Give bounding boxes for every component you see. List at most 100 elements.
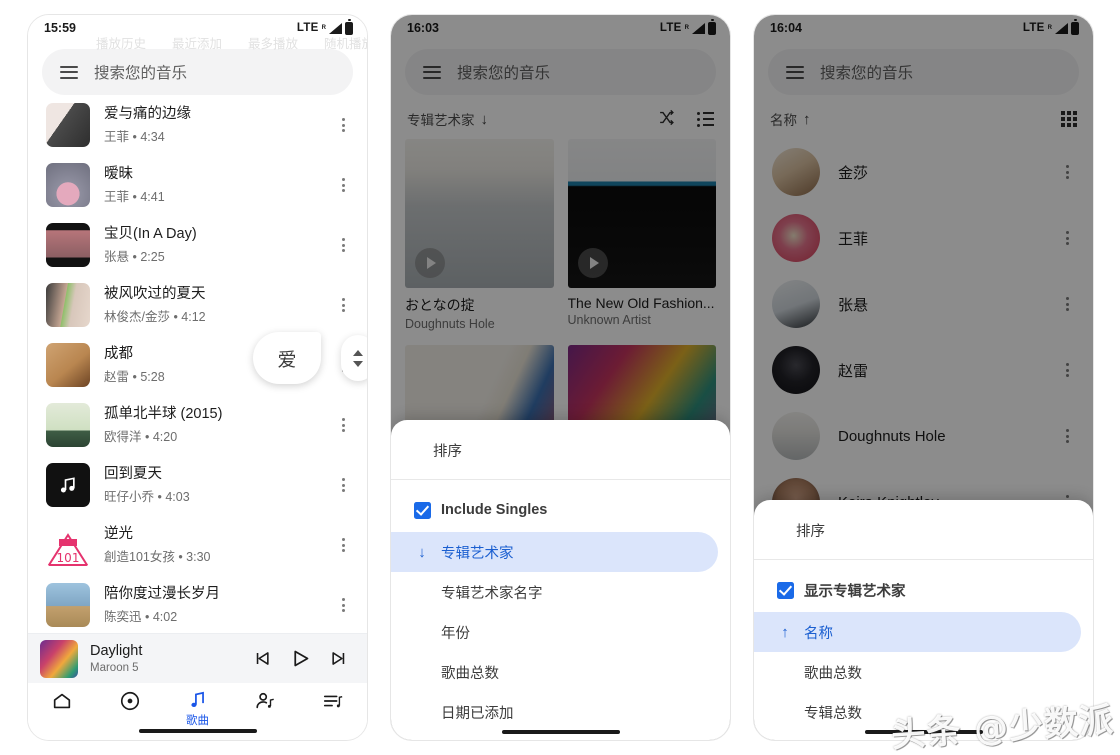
list-item[interactable]: 王菲 xyxy=(754,205,1093,271)
overflow-menu-icon[interactable] xyxy=(333,238,353,252)
sheet-checkbox-row[interactable]: 显示专辑艺术家 xyxy=(754,568,1081,612)
sort-control[interactable]: 名称 ↑ xyxy=(770,109,811,129)
chevron-up-icon xyxy=(353,349,363,356)
avatar xyxy=(772,148,820,196)
sheet-option-song-count[interactable]: 歌曲总数 xyxy=(391,652,718,692)
song-text: 孤单北半球 (2015) 欧得洋 • 4:20 xyxy=(90,405,333,445)
overflow-menu-icon[interactable] xyxy=(1057,231,1077,245)
sheet-option-year[interactable]: 年份 xyxy=(391,612,718,652)
sheet-option-album-artist[interactable]: ↓ 专辑艺术家 xyxy=(391,532,718,572)
nav-tab-songs[interactable]: 歌曲 xyxy=(168,690,226,728)
album-art xyxy=(46,463,90,507)
list-item[interactable]: 张悬 xyxy=(754,271,1093,337)
search-bar[interactable]: 搜索您的音乐 xyxy=(405,49,716,95)
search-input[interactable]: 搜索您的音乐 xyxy=(820,61,913,83)
previous-button[interactable] xyxy=(252,649,271,668)
album-card[interactable]: The New Old Fashion... Unknown Artist xyxy=(567,139,716,331)
list-item[interactable]: 赵雷 xyxy=(754,337,1093,403)
sheet-option-label: 歌曲总数 xyxy=(804,665,862,682)
overflow-menu-icon[interactable] xyxy=(333,118,353,132)
now-playing-artist: Maroon 5 xyxy=(90,661,139,674)
sheet-option-song-count[interactable]: 歌曲总数 xyxy=(754,652,1081,692)
song-title: 暧昧 xyxy=(104,166,133,183)
sheet-option-label: 日期已添加 xyxy=(441,705,514,722)
list-item[interactable]: 回到夏天 旺仔小乔 • 4:03 xyxy=(28,455,367,515)
song-title: 被风吹过的夏天 xyxy=(104,286,206,303)
song-title: 宝贝(In A Day) xyxy=(104,226,197,243)
phone-screen-songs: 播放历史 最近添加 最多播放 随机播放 15:59 LTE R 搜索您的音乐 xyxy=(27,14,368,741)
sheet-checkbox-row[interactable]: Include Singles xyxy=(391,488,718,532)
list-item[interactable]: 101 逆光 創造101女孩 • 3:30 xyxy=(28,515,367,575)
cover-graphic: 101 xyxy=(47,533,89,566)
sort-control[interactable]: 专辑艺术家 ↓ xyxy=(407,109,488,129)
overflow-menu-icon[interactable] xyxy=(333,538,353,552)
checkbox-icon[interactable] xyxy=(407,501,437,519)
header-actions xyxy=(658,109,714,129)
nav-tab-albums[interactable] xyxy=(101,690,159,712)
sheet-option-album-count[interactable]: 专辑总数 xyxy=(754,692,1081,732)
nav-tab-home[interactable] xyxy=(33,690,91,712)
list-item[interactable]: 孤单北半球 (2015) 欧得洋 • 4:20 xyxy=(28,395,367,455)
artist-name: 赵雷 xyxy=(838,362,869,380)
sheet-option-label: 专辑艺术家名字 xyxy=(441,585,543,602)
avatar xyxy=(772,346,820,394)
albums-screen: 16:03 LTE R 搜索您的音乐 专辑艺术家 ↓ おとなの掟 Doughnu… xyxy=(391,15,730,740)
battery-icon xyxy=(1071,19,1079,35)
next-button[interactable] xyxy=(330,649,349,668)
overflow-menu-icon[interactable] xyxy=(1057,429,1077,443)
album-artist: Unknown Artist xyxy=(567,312,651,327)
sort-label: 专辑艺术家 xyxy=(407,113,475,128)
search-input[interactable]: 搜索您的音乐 xyxy=(457,61,550,83)
sheet-option-date-added[interactable]: 日期已添加 xyxy=(391,692,718,732)
list-item[interactable]: Doughnuts Hole xyxy=(754,403,1093,469)
menu-icon[interactable] xyxy=(786,65,804,79)
signal-icon xyxy=(1055,22,1068,34)
album-art xyxy=(46,103,90,147)
overflow-menu-icon[interactable] xyxy=(1057,363,1077,377)
menu-icon[interactable] xyxy=(423,65,441,79)
menu-icon[interactable] xyxy=(60,65,78,79)
search-bar[interactable]: 搜索您的音乐 xyxy=(768,49,1079,95)
song-text: 被风吹过的夏天 林俊杰/金莎 • 4:12 xyxy=(90,285,333,325)
album-art xyxy=(46,163,90,207)
status-time: 16:04 xyxy=(770,21,802,35)
sheet-option-album-artist-name[interactable]: 专辑艺术家名字 xyxy=(391,572,718,612)
album-cover xyxy=(567,139,716,288)
song-text: 陪你度过漫长岁月 陈奕迅 • 4:02 xyxy=(90,585,333,625)
search-bar[interactable]: 搜索您的音乐 xyxy=(42,49,353,95)
search-input[interactable]: 搜索您的音乐 xyxy=(94,61,187,83)
overflow-menu-icon[interactable] xyxy=(333,178,353,192)
sheet-option-name[interactable]: ↑ 名称 xyxy=(754,612,1081,652)
overflow-menu-icon[interactable] xyxy=(1057,165,1077,179)
status-indicators: LTE R xyxy=(297,19,353,35)
overflow-menu-icon[interactable] xyxy=(1057,297,1077,311)
overflow-menu-icon[interactable] xyxy=(333,298,353,312)
overflow-menu-icon[interactable] xyxy=(333,598,353,612)
play-button[interactable] xyxy=(290,648,311,669)
sheet-option-label: 专辑艺术家 xyxy=(441,545,514,562)
checkbox-icon[interactable] xyxy=(770,581,800,599)
nav-tab-playlists[interactable] xyxy=(304,690,362,712)
music-note-icon xyxy=(60,477,75,493)
roaming-label: R xyxy=(321,25,326,31)
grid-view-toggle[interactable] xyxy=(1061,111,1077,127)
play-overlay-button[interactable] xyxy=(577,247,608,278)
playlist-icon xyxy=(324,695,343,708)
shuffle-button[interactable] xyxy=(658,109,675,129)
list-view-toggle[interactable] xyxy=(697,111,714,127)
list-item[interactable]: 暧昧 王菲 • 4:41 xyxy=(28,155,367,215)
list-item[interactable]: 宝贝(In A Day) 张悬 • 2:25 xyxy=(28,215,367,275)
play-overlay-button[interactable] xyxy=(415,247,445,278)
list-item[interactable]: 爱与痛的边缘 王菲 • 4:34 xyxy=(28,95,367,155)
album-card[interactable]: おとなの掟 Doughnuts Hole xyxy=(405,139,554,331)
list-item[interactable]: 被风吹过的夏天 林俊杰/金莎 • 4:12 xyxy=(28,275,367,335)
mini-player[interactable]: Daylight Maroon 5 xyxy=(28,633,367,683)
list-item[interactable]: 金莎 xyxy=(754,139,1093,205)
home-icon xyxy=(53,693,71,709)
scrollbar-thumb[interactable] xyxy=(341,335,367,381)
overflow-menu-icon[interactable] xyxy=(333,478,353,492)
system-home-indicator xyxy=(138,729,257,733)
nav-tab-artists[interactable] xyxy=(236,690,294,712)
list-item[interactable]: 陪你度过漫长岁月 陈奕迅 • 4:02 xyxy=(28,575,367,635)
overflow-menu-icon[interactable] xyxy=(333,418,353,432)
